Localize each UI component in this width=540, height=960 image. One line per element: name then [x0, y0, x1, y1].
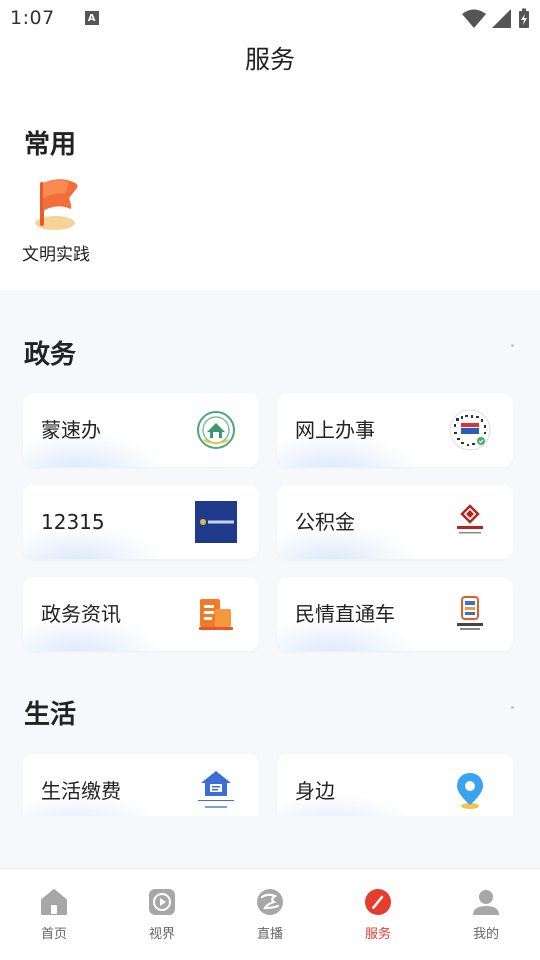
life-cards-row: 生活缴费 身边	[0, 754, 540, 816]
common-section: 常用 文明实践	[0, 110, 540, 290]
cell-signal-icon	[492, 8, 511, 28]
card-label: 网上办事	[295, 418, 375, 442]
house-bill-icon	[195, 768, 237, 814]
video-play-icon	[149, 889, 175, 915]
life-card-nearby[interactable]: 身边	[277, 754, 513, 816]
card-label: 公积金	[295, 510, 355, 534]
nav-label: 我的	[472, 927, 499, 942]
status-bar: 1:07 A	[0, 0, 540, 36]
housing-fund-logo-icon	[449, 501, 491, 543]
card-label: 生活缴费	[41, 779, 121, 803]
gov-card-housing-fund[interactable]: 公积金	[277, 485, 513, 559]
government-section-title: 政务	[24, 340, 77, 370]
service-pen-icon	[365, 889, 391, 915]
flag-icon	[35, 179, 78, 230]
news-document-icon	[195, 593, 237, 635]
notification-a-icon: A	[84, 11, 99, 25]
common-item-civilization-practice[interactable]: 文明实践	[16, 176, 96, 265]
gov-card-public-opinion-express[interactable]: 民情直通车	[277, 577, 513, 651]
life-card-bill-payment[interactable]: 生活缴费	[23, 754, 259, 816]
card-label: 身边	[295, 779, 335, 803]
nav-item-mine[interactable]: 我的	[432, 869, 540, 960]
nav-label: 视界	[148, 927, 175, 942]
card-label: 民情直通车	[295, 602, 395, 626]
page-title: 服务	[244, 45, 295, 74]
location-pin-icon	[449, 770, 491, 812]
gov-card-12315[interactable]: 12315	[23, 485, 259, 559]
consumer-complaint-banner-icon	[195, 501, 237, 543]
common-item-label: 文明实践	[22, 245, 90, 265]
nav-item-service[interactable]: 服务	[324, 869, 432, 960]
nav-item-live[interactable]: 直播	[216, 869, 324, 960]
mengsuban-emblem-icon	[195, 409, 237, 451]
card-label: 12315	[41, 510, 105, 534]
gov-card-mengsuban[interactable]: 蒙速办	[23, 393, 259, 467]
common-section-title: 常用	[24, 130, 77, 160]
qr-code-icon	[449, 409, 491, 451]
nav-label: 直播	[256, 927, 283, 942]
live-logo-icon	[257, 889, 283, 915]
gov-card-online-affairs[interactable]: 网上办事	[277, 393, 513, 467]
nav-item-vision[interactable]: 视界	[108, 869, 216, 960]
bottom-navigation: 首页 视界 直播 服务 我的	[0, 868, 540, 960]
life-section-title: 生活	[24, 700, 77, 730]
nav-label: 首页	[40, 927, 67, 942]
profile-icon	[473, 890, 499, 915]
direct-train-icon	[449, 593, 491, 635]
card-label: 蒙速办	[41, 418, 101, 442]
gov-card-government-news[interactable]: 政务资讯	[23, 577, 259, 651]
government-more-indicator	[511, 344, 514, 347]
status-indicators	[462, 8, 530, 29]
nav-label: 服务	[364, 927, 391, 942]
card-label: 政务资讯	[41, 602, 121, 626]
home-icon	[41, 889, 67, 915]
status-time: 1:07	[10, 7, 55, 29]
nav-item-home[interactable]: 首页	[0, 869, 108, 960]
life-more-indicator	[511, 706, 514, 709]
services-section: 政务 蒙速办 网上办事 12315 公积金 政务资讯 民情直通车 生活 生活缴费…	[0, 290, 540, 868]
wifi-icon	[462, 9, 486, 28]
battery-icon	[519, 8, 529, 28]
